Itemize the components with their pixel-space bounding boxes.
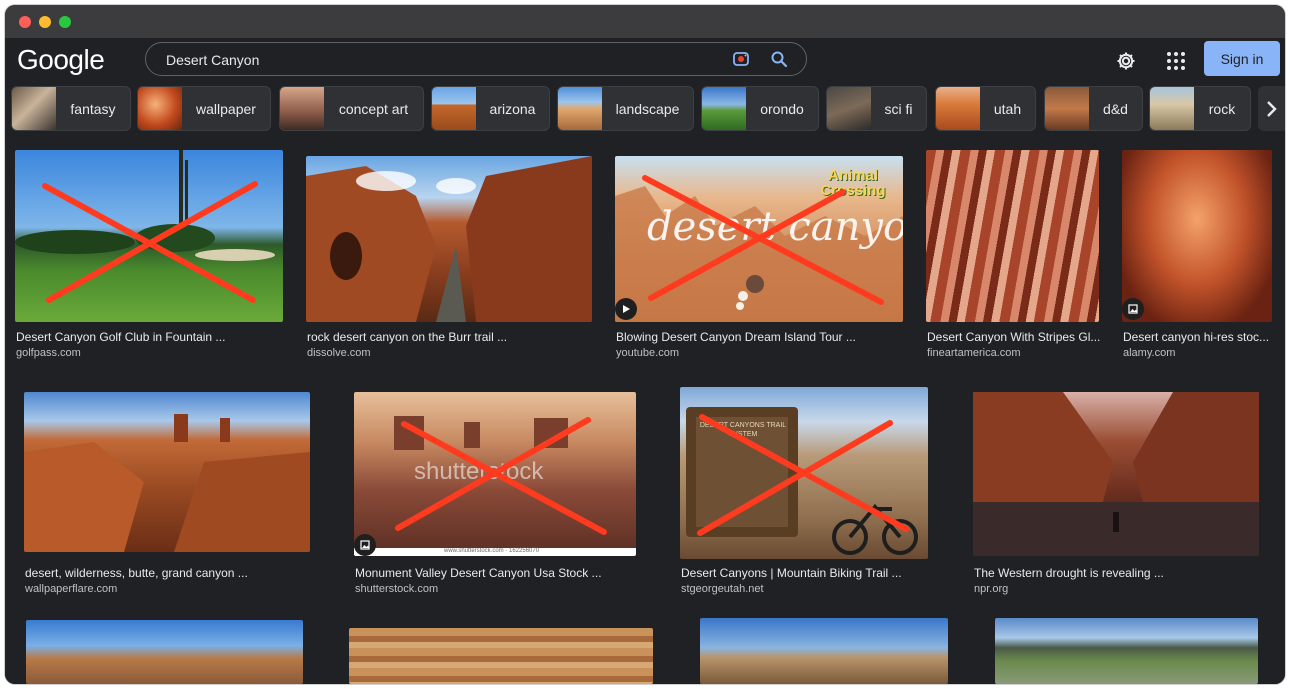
result-title[interactable]: The Western drought is revealing ... [974,566,1164,580]
result-image[interactable] [26,620,303,684]
result-source[interactable]: alamy.com [1123,347,1175,359]
result-title[interactable]: Monument Valley Desert Canyon Usa Stock … [355,566,602,580]
chip-rock[interactable]: rock [1149,86,1251,131]
chip-label: sci fi [884,100,913,117]
chip-thumbnail [1045,87,1089,130]
chip-thumbnail [1150,87,1194,130]
result-title[interactable]: rock desert canyon on the Burr trail ... [307,330,507,344]
chip-thumbnail [827,87,871,130]
result-image[interactable]: DESERT CANYONS TRAIL SYSTEM [680,387,928,559]
chip-label: utah [993,100,1022,117]
drought-canyon-scene [973,392,1259,556]
result-title[interactable]: Desert Canyon With Stripes Gl... [927,330,1100,344]
apps-icon[interactable] [1165,50,1187,72]
chip-fantasy[interactable]: fantasy [11,86,131,131]
canyon-scene [306,156,592,322]
search-header: Google Desert Canyon Sign in [5,38,1285,86]
result-source[interactable]: shutterstock.com [355,583,438,595]
title-bar [5,5,1285,38]
result-source[interactable]: stgeorgeutah.net [681,583,764,595]
chip-concept-art[interactable]: concept art [279,86,424,131]
cross-out-mark [642,175,884,305]
chip-label: fantasy [70,100,116,117]
result-image[interactable] [349,628,653,684]
result-image[interactable]: shutterstock www.shutterstock.com · 1622… [354,392,636,556]
search-input[interactable]: Desert Canyon [145,42,807,76]
browser-window: Google Desert Canyon Sign in fantasy wal… [5,5,1285,684]
chip-thumbnail [558,87,602,130]
gear-icon[interactable] [1115,50,1137,72]
result-image[interactable] [700,618,948,684]
result-image[interactable] [15,150,283,322]
result-image[interactable] [306,156,592,322]
zoom-window-button[interactable] [59,16,71,28]
result-title[interactable]: Desert canyon hi-res stoc... [1123,330,1269,344]
image-badge [1122,298,1144,320]
result-source[interactable]: wallpaperflare.com [25,583,117,595]
chip-thumbnail [432,87,476,130]
cross-out-mark [395,417,607,535]
chip-label: concept art [338,100,409,117]
minimize-window-button[interactable] [39,16,51,28]
chip-orondo[interactable]: orondo [701,86,819,131]
result-source[interactable]: npr.org [974,583,1008,595]
result-source[interactable]: fineartamerica.com [927,347,1021,359]
result-title[interactable]: Blowing Desert Canyon Dream Island Tour … [616,330,856,344]
lens-icon[interactable] [732,50,750,68]
chip-thumbnail [138,87,182,130]
chips-next-button[interactable] [1258,86,1285,131]
result-image[interactable] [926,150,1099,322]
related-search-chips: fantasy wallpaper concept art arizona la… [5,86,1285,138]
chip-arizona[interactable]: arizona [431,86,550,131]
search-icon[interactable] [770,50,788,68]
close-window-button[interactable] [19,16,31,28]
chip-thumbnail [12,87,56,130]
chip-thumbnail [936,87,980,130]
image-badge [354,534,376,556]
google-logo[interactable]: Google [17,44,105,76]
chip-landscape[interactable]: landscape [557,86,694,131]
play-badge [615,298,637,320]
result-image[interactable] [995,618,1258,684]
chip-label: orondo [760,100,804,117]
result-image[interactable] [24,392,310,552]
chip-label: d&d [1103,100,1128,117]
chip-utah[interactable]: utah [935,86,1036,131]
chevron-right-icon [1266,100,1277,117]
result-title[interactable]: Desert Canyon Golf Club in Fountain ... [16,330,225,344]
chip-thumbnail [702,87,746,130]
result-title[interactable]: desert, wilderness, butte, grand canyon … [25,566,248,580]
chip-label: landscape [615,100,680,117]
chip-label: arizona [489,100,536,117]
cross-out-mark [697,414,909,536]
chip-label: wallpaper [196,100,256,117]
result-source[interactable]: youtube.com [616,347,679,359]
image-badge-icon [360,540,370,550]
play-icon [623,305,630,313]
sign-in-button[interactable]: Sign in [1204,41,1280,76]
result-image[interactable] [1122,150,1272,322]
chip-label: rock [1208,100,1236,117]
result-title[interactable]: Desert Canyons | Mountain Biking Trail .… [681,566,902,580]
result-image[interactable] [973,392,1259,556]
search-query[interactable]: Desert Canyon [166,52,259,68]
cross-out-mark [42,181,258,303]
image-badge-icon [1128,304,1138,314]
chip-thumbnail [280,87,324,130]
result-source[interactable]: dissolve.com [307,347,371,359]
chip-sci-fi[interactable]: sci fi [826,86,927,131]
image-results-grid: Desert Canyon Golf Club in Fountain ... … [5,138,1285,684]
butte-scene [24,414,310,552]
chip-wallpaper[interactable]: wallpaper [137,86,271,131]
result-source[interactable]: golfpass.com [16,347,81,359]
chip-d-and-d[interactable]: d&d [1044,86,1143,131]
result-image[interactable]: desert canyon Animal Crossing [615,156,903,322]
